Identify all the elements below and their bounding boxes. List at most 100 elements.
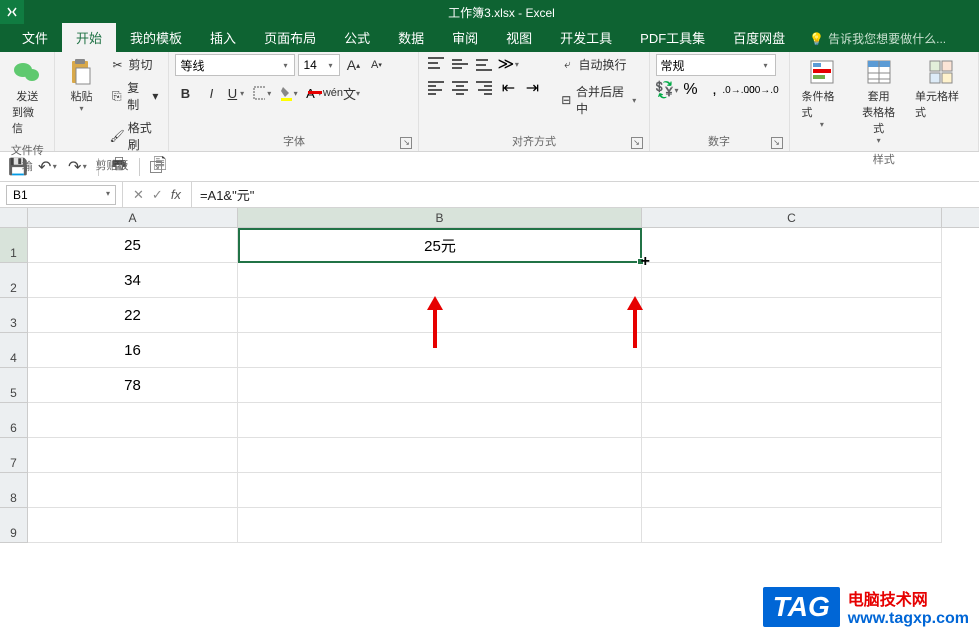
dialog-launcher-icon[interactable]: ↘ — [150, 161, 162, 173]
cell-A5[interactable]: 78 — [28, 368, 238, 403]
decrease-font-button[interactable]: A▾ — [366, 55, 386, 75]
merge-center-button[interactable]: ⊟ 合并后居中 ▾ — [555, 81, 642, 119]
dialog-launcher-icon[interactable]: ↘ — [400, 137, 412, 149]
column-header-C[interactable]: C — [642, 208, 942, 227]
row-header-1[interactable]: 1 — [0, 228, 28, 263]
cell-A3[interactable]: 22 — [28, 298, 238, 333]
tab-home[interactable]: 开始 — [62, 23, 116, 52]
dialog-launcher-icon[interactable]: ↘ — [771, 137, 783, 149]
row-header-7[interactable]: 7 — [0, 438, 28, 473]
tab-baidu[interactable]: 百度网盘 — [719, 23, 799, 52]
fill-color-button[interactable]: ▾ — [279, 83, 299, 103]
send-to-wechat-button[interactable]: 发送 到微信 — [6, 54, 48, 140]
tab-template[interactable]: 我的模板 — [116, 23, 196, 52]
cell-C3[interactable] — [642, 298, 942, 333]
tab-view[interactable]: 视图 — [492, 23, 546, 52]
font-size-select[interactable]: 14 ▾ — [298, 54, 340, 76]
conditional-format-button[interactable]: 条件格式 ▾ — [796, 54, 849, 133]
row-header-5[interactable]: 5 — [0, 368, 28, 403]
align-left-button[interactable] — [425, 78, 447, 98]
italic-button[interactable]: I — [201, 83, 221, 103]
copy-button[interactable]: ⎘ 复制 ▾ — [105, 77, 162, 115]
cell-A8[interactable] — [28, 473, 238, 508]
row-header-3[interactable]: 3 — [0, 298, 28, 333]
tab-pdf[interactable]: PDF工具集 — [626, 23, 719, 52]
bold-button[interactable]: B — [175, 83, 195, 103]
cell-C2[interactable] — [642, 263, 942, 298]
align-bottom-button[interactable] — [473, 54, 495, 74]
align-top-button[interactable] — [425, 54, 447, 74]
tab-formula[interactable]: 公式 — [330, 23, 384, 52]
row-header-6[interactable]: 6 — [0, 403, 28, 438]
cell-B1[interactable]: 25元 + — [238, 228, 642, 263]
name-box[interactable]: B1 ▾ — [6, 185, 116, 205]
formula-input[interactable]: =A1&"元" — [192, 185, 979, 204]
format-as-table-button[interactable]: 套用 表格格式 ▾ — [852, 54, 905, 149]
font-name-select[interactable]: 等线 ▾ — [175, 54, 295, 76]
tab-dev[interactable]: 开发工具 — [546, 23, 626, 52]
cut-button[interactable]: ✂ 剪切 — [105, 54, 162, 75]
cell-C1[interactable] — [642, 228, 942, 263]
cell-C9[interactable] — [642, 508, 942, 543]
cell-B5[interactable] — [238, 368, 642, 403]
paste-button[interactable]: 粘贴 ▾ — [61, 54, 101, 117]
cell-B8[interactable] — [238, 473, 642, 508]
insert-function-button[interactable]: fx — [171, 187, 181, 203]
cell-C4[interactable] — [642, 333, 942, 368]
cell-A2[interactable]: 34 — [28, 263, 238, 298]
accounting-format-button[interactable]: 💱▾ — [656, 80, 678, 100]
tab-file[interactable]: 文件 — [8, 23, 62, 52]
cell-C8[interactable] — [642, 473, 942, 508]
row-header-8[interactable]: 8 — [0, 473, 28, 508]
decrease-indent-button[interactable]: ⇤ — [497, 78, 519, 98]
cell-A6[interactable] — [28, 403, 238, 438]
cell-B2[interactable] — [238, 263, 642, 298]
phonetic-button[interactable]: wén文▾ — [331, 83, 351, 103]
dialog-launcher-icon[interactable]: ↘ — [631, 137, 643, 149]
cell-styles-button[interactable]: 单元格样式 — [909, 54, 972, 124]
cell-A9[interactable] — [28, 508, 238, 543]
cell-A4[interactable]: 16 — [28, 333, 238, 368]
formula-bar: B1 ▾ ✕ ✓ fx =A1&"元" — [0, 182, 979, 208]
confirm-formula-button[interactable]: ✓ — [152, 187, 163, 203]
cell-B6[interactable] — [238, 403, 642, 438]
cell-C5[interactable] — [642, 368, 942, 403]
ribbon-tabs: 文件 开始 我的模板 插入 页面布局 公式 数据 审阅 视图 开发工具 PDF工… — [0, 24, 979, 52]
tab-review[interactable]: 审阅 — [438, 23, 492, 52]
border-button[interactable]: ▾ — [253, 83, 273, 103]
percent-button[interactable]: % — [680, 80, 702, 100]
group-label-clipboard: 剪贴板 ↘ — [61, 155, 162, 175]
fill-cursor-icon: + — [641, 253, 650, 271]
align-right-button[interactable] — [473, 78, 495, 98]
cancel-formula-button[interactable]: ✕ — [133, 187, 144, 203]
wrap-text-button[interactable]: ⤶ 自动换行 — [555, 54, 642, 75]
column-header-A[interactable]: A — [28, 208, 238, 227]
tab-insert[interactable]: 插入 — [196, 23, 250, 52]
tell-me-search[interactable]: 💡 告诉我您想要做什么... — [809, 25, 946, 52]
cell-B9[interactable] — [238, 508, 642, 543]
underline-button[interactable]: U▾ — [227, 83, 247, 103]
tab-data[interactable]: 数据 — [384, 23, 438, 52]
tab-layout[interactable]: 页面布局 — [250, 23, 330, 52]
cell-B4[interactable] — [238, 333, 642, 368]
cell-C7[interactable] — [642, 438, 942, 473]
align-center-button[interactable] — [449, 78, 471, 98]
column-header-B[interactable]: B — [238, 208, 642, 227]
cell-A1[interactable]: 25 — [28, 228, 238, 263]
group-clipboard: 粘贴 ▾ ✂ 剪切 ⎘ 复制 ▾ 🖌 格式刷 剪贴板 — [55, 52, 169, 151]
format-painter-button[interactable]: 🖌 格式刷 — [105, 117, 162, 155]
chevron-down-icon: ▾ — [152, 89, 158, 103]
orientation-button[interactable]: ≫▾ — [497, 54, 519, 74]
row-header-4[interactable]: 4 — [0, 333, 28, 368]
align-middle-button[interactable] — [449, 54, 471, 74]
cell-C6[interactable] — [642, 403, 942, 438]
row-header-9[interactable]: 9 — [0, 508, 28, 543]
select-all-corner[interactable] — [0, 208, 28, 227]
increase-font-button[interactable]: A▴ — [343, 55, 363, 75]
row-header-2[interactable]: 2 — [0, 263, 28, 298]
increase-indent-button[interactable]: ⇥ — [521, 78, 543, 98]
cell-A7[interactable] — [28, 438, 238, 473]
decrease-decimal-button[interactable]: .00→.0 — [752, 80, 774, 100]
number-format-select[interactable]: 常规 ▾ — [656, 54, 776, 76]
cell-B7[interactable] — [238, 438, 642, 473]
